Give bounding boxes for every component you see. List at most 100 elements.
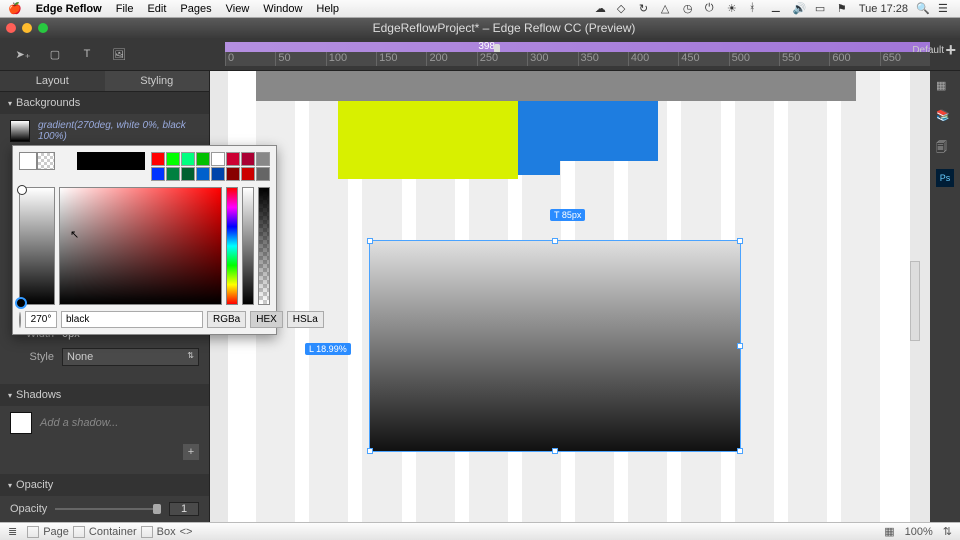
zoom-window-button[interactable]	[38, 23, 48, 33]
resize-handle-n[interactable]	[552, 238, 558, 244]
swatch[interactable]	[151, 167, 165, 181]
resize-handle-se[interactable]	[737, 448, 743, 454]
cloud-icon[interactable]: ☁	[595, 2, 609, 16]
swatch[interactable]	[166, 167, 180, 181]
opacity-handle[interactable]	[153, 504, 161, 514]
tab-layout[interactable]: Layout	[0, 71, 105, 91]
resize-handle-sw[interactable]	[367, 448, 373, 454]
menu-file[interactable]: File	[116, 3, 134, 15]
layers-icon[interactable]: ≣	[8, 525, 17, 538]
zoom-stepper-icon[interactable]: ⇅	[943, 525, 952, 538]
color-field[interactable]: ↖	[59, 187, 222, 305]
gradient-type-pattern[interactable]	[37, 152, 55, 170]
selection-tool-icon[interactable]: ➤₊	[14, 45, 32, 63]
opacity-input[interactable]	[169, 502, 199, 516]
element-blue-box-2[interactable]	[518, 161, 560, 175]
breakpoint-slider[interactable]: 398	[225, 42, 930, 52]
swatch[interactable]	[181, 152, 195, 166]
apple-icon[interactable]: 🍎	[8, 2, 22, 15]
element-blue-box[interactable]	[518, 101, 658, 161]
gradient-angle-dial[interactable]	[19, 312, 21, 328]
resize-handle-s[interactable]	[552, 448, 558, 454]
menu-edit[interactable]: Edit	[147, 3, 166, 15]
bluetooth-icon[interactable]: ᚼ	[749, 2, 763, 16]
gradient-type-solid[interactable]	[19, 152, 37, 170]
add-breakpoint-button[interactable]: +	[945, 40, 956, 61]
app-name[interactable]: Edge Reflow	[36, 3, 102, 15]
swatch[interactable]	[211, 152, 225, 166]
close-window-button[interactable]	[6, 23, 16, 33]
clock-icon[interactable]: ◷	[683, 2, 697, 16]
alpha-slider[interactable]	[258, 187, 270, 305]
display-icon[interactable]: ☀	[727, 2, 741, 16]
color-value-input[interactable]	[61, 311, 203, 328]
wifi-icon[interactable]: ⚊	[771, 2, 785, 16]
opacity-slider[interactable]	[55, 508, 161, 510]
swatch[interactable]	[241, 167, 255, 181]
hue-slider[interactable]	[226, 187, 238, 305]
swatch[interactable]	[181, 167, 195, 181]
resize-handle-e[interactable]	[737, 343, 743, 349]
tab-styling[interactable]: Styling	[105, 71, 210, 91]
swatch[interactable]	[211, 167, 225, 181]
swatch[interactable]	[196, 152, 210, 166]
element-header[interactable]	[256, 71, 856, 101]
text-tool-icon[interactable]: T	[78, 45, 96, 63]
gradient-angle-input[interactable]	[25, 311, 57, 328]
swatch[interactable]	[256, 152, 270, 166]
power-icon[interactable]: ⏻	[705, 2, 719, 16]
section-opacity[interactable]: Opacity	[0, 474, 209, 496]
shadow-swatch[interactable]	[10, 412, 32, 434]
box-tool-icon[interactable]: ▢	[46, 45, 64, 63]
code-icon[interactable]: <>	[180, 526, 193, 538]
swatch[interactable]	[151, 152, 165, 166]
gradient-stops-bar[interactable]	[19, 187, 55, 305]
clock-text[interactable]: Tue 17:28	[859, 3, 908, 15]
swatch[interactable]	[226, 167, 240, 181]
dropbox-icon[interactable]: ◇	[617, 2, 631, 16]
menu-window[interactable]: Window	[263, 3, 302, 15]
assets-icon[interactable]: 🗐	[936, 139, 954, 157]
notifications-icon[interactable]: ☰	[938, 2, 952, 16]
gradient-stop-start[interactable]	[17, 185, 27, 195]
flag-icon[interactable]: ⚑	[837, 2, 851, 16]
color-mode-rgba[interactable]: RGBa	[207, 311, 246, 328]
add-page-icon[interactable]: ▦	[936, 79, 954, 97]
crumb-box[interactable]: Box	[157, 526, 176, 538]
element-yellow-box[interactable]	[338, 101, 518, 179]
swatch[interactable]	[226, 152, 240, 166]
resize-handle-ne[interactable]	[737, 238, 743, 244]
image-tool-icon[interactable]: 🖼	[110, 45, 128, 63]
gradient-stop-end[interactable]	[15, 297, 27, 309]
minimize-window-button[interactable]	[22, 23, 32, 33]
section-backgrounds[interactable]: Backgrounds	[0, 92, 209, 114]
color-mode-hsla[interactable]: HSLa	[287, 311, 324, 328]
grid-toggle-icon[interactable]: ▦	[884, 525, 894, 538]
photoshop-icon[interactable]: Ps	[936, 169, 954, 187]
menu-pages[interactable]: Pages	[180, 3, 211, 15]
crumb-container[interactable]: Container	[89, 526, 137, 538]
scrollbar-vertical[interactable]	[910, 261, 920, 341]
swatch[interactable]	[166, 152, 180, 166]
selected-element[interactable]	[370, 241, 740, 451]
lightness-slider[interactable]	[242, 187, 254, 305]
background-value[interactable]: gradient(270deg, white 0%, black 100%)	[38, 120, 199, 142]
section-shadows[interactable]: Shadows	[0, 384, 209, 406]
resize-handle-nw[interactable]	[367, 238, 373, 244]
add-shadow-button[interactable]: +	[183, 444, 199, 460]
sync-icon[interactable]: ↻	[639, 2, 653, 16]
drive-icon[interactable]: △	[661, 2, 675, 16]
battery-icon[interactable]: ▭	[815, 2, 829, 16]
shadow-placeholder[interactable]: Add a shadow...	[40, 417, 118, 429]
canvas[interactable]: T 85px L 18.99%	[210, 71, 960, 522]
swatch[interactable]	[241, 152, 255, 166]
swatch[interactable]	[256, 167, 270, 181]
crumb-page[interactable]: Page	[43, 526, 69, 538]
zoom-level[interactable]: 100%	[905, 526, 933, 538]
menu-view[interactable]: View	[226, 3, 250, 15]
spotlight-icon[interactable]: 🔍	[916, 2, 930, 16]
volume-icon[interactable]: 🔊	[793, 2, 807, 16]
background-swatch[interactable]	[10, 120, 30, 142]
style-select[interactable]: None	[62, 348, 199, 366]
color-mode-hex[interactable]: HEX	[250, 311, 283, 328]
